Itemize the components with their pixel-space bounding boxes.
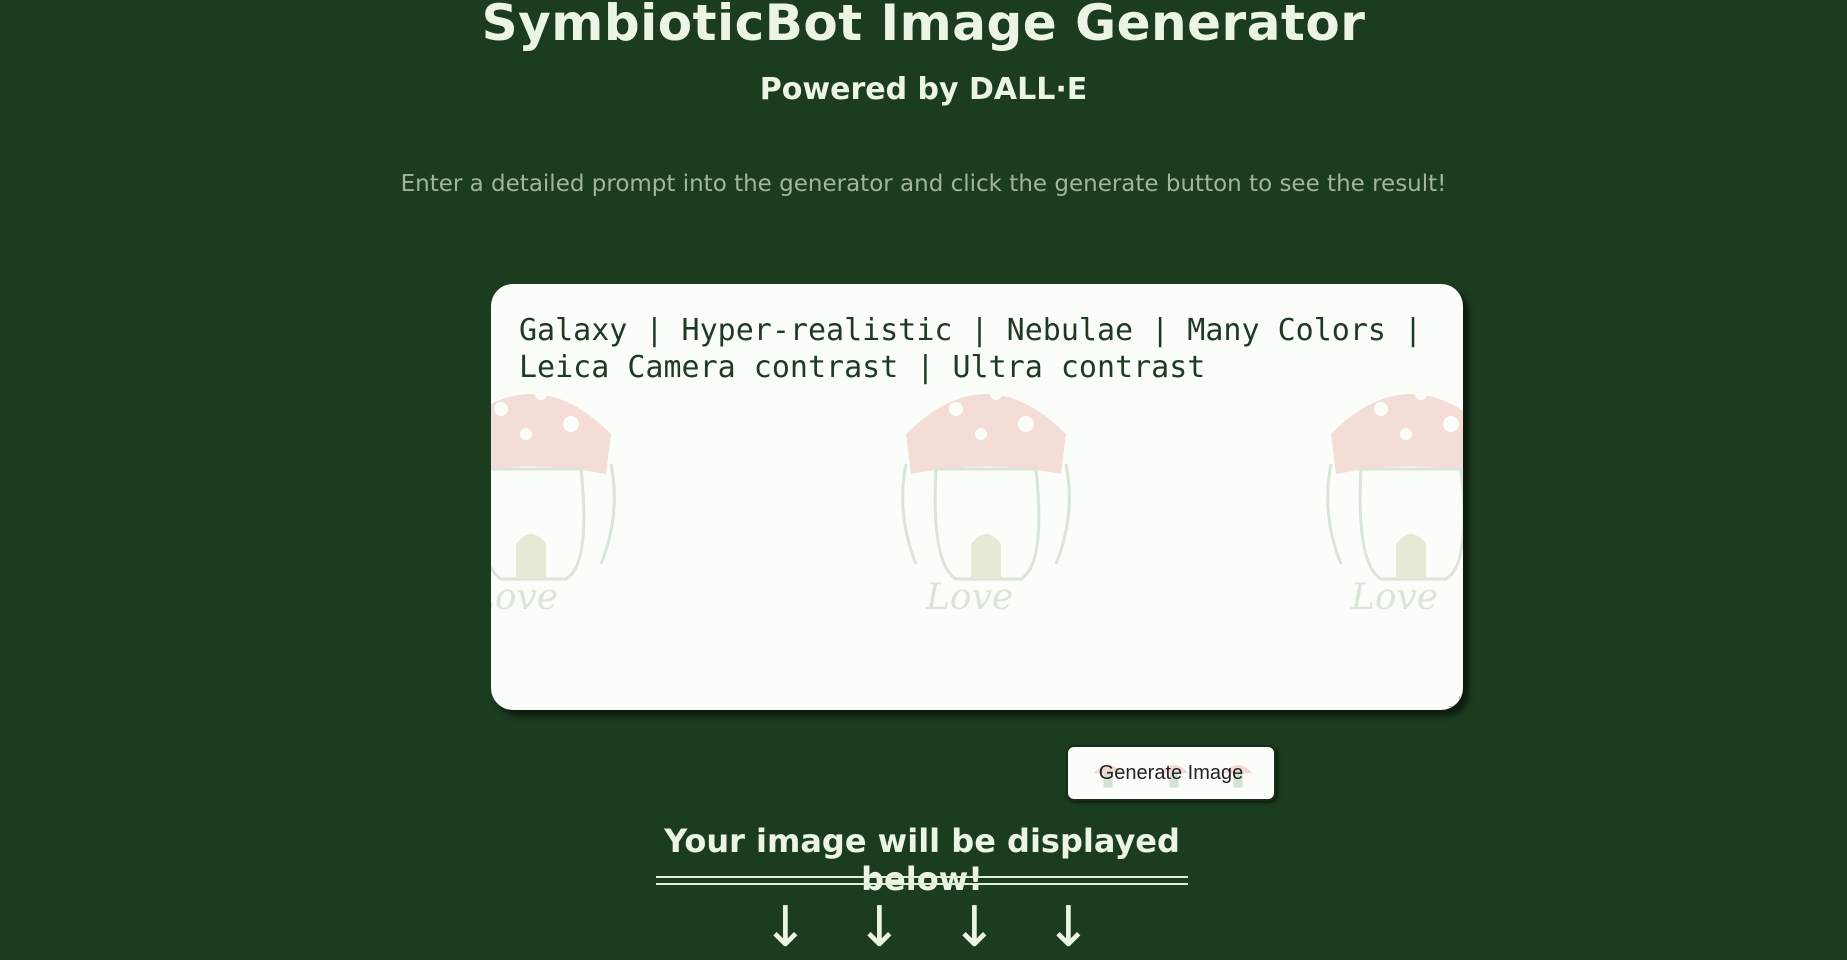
down-arrow-icon: ↓	[856, 895, 903, 960]
prompt-textarea[interactable]	[491, 284, 1463, 710]
generate-button-label: Generate Image	[1098, 761, 1244, 784]
resize-handle[interactable]	[1449, 696, 1460, 707]
down-arrow-icon: ↓	[762, 895, 809, 960]
heading-divider	[656, 876, 1188, 885]
instructions-text: Enter a detailed prompt into the generat…	[400, 171, 1447, 197]
output-heading: Your image will be displayed below!	[664, 822, 1180, 898]
down-arrow-icon: ↓	[951, 895, 998, 960]
page-title: SymbioticBot Image Generator	[481, 0, 1366, 52]
prompt-panel: Love Love Love	[491, 284, 1463, 710]
down-arrow-icon: ↓	[1045, 895, 1092, 960]
generate-image-button[interactable]: Generate Image	[1066, 745, 1276, 801]
page-subtitle: Powered by DALL·E	[759, 72, 1088, 107]
